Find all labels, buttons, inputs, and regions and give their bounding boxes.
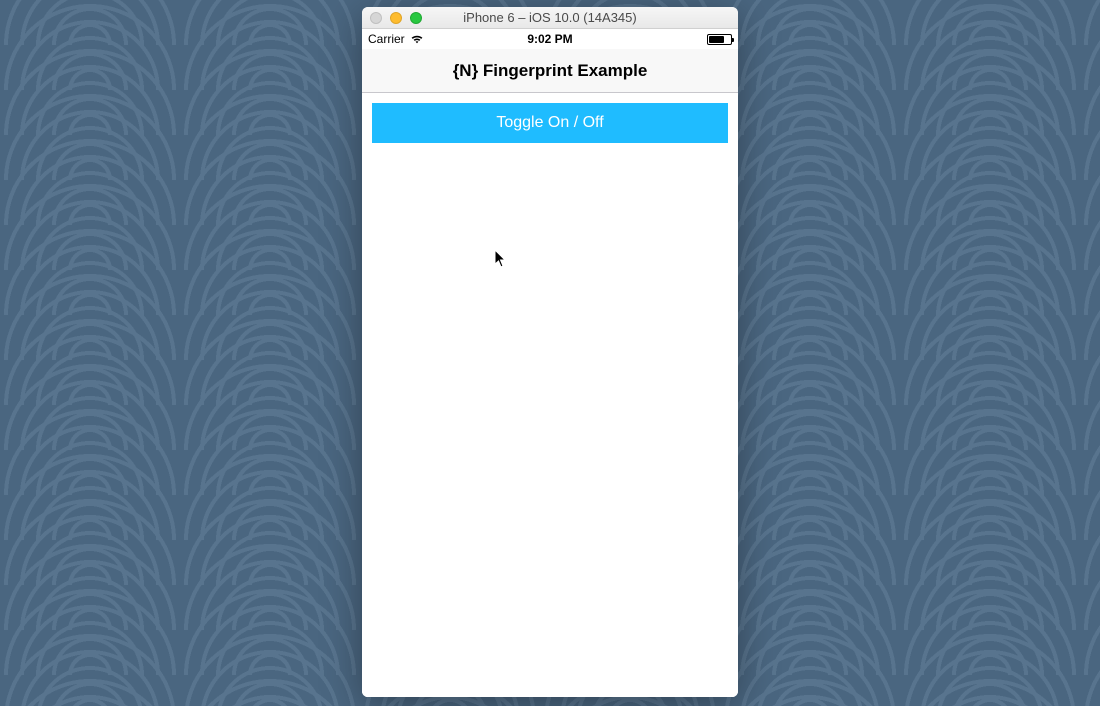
page-title: {N} Fingerprint Example	[453, 61, 648, 81]
toggle-button[interactable]: Toggle On / Off	[372, 103, 728, 143]
status-bar-left: Carrier	[368, 32, 424, 46]
battery-icon	[707, 34, 732, 45]
traffic-lights	[362, 12, 422, 24]
device-screen: Carrier 9:02 PM {N} Fingerprint Example	[362, 29, 738, 697]
navigation-bar: {N} Fingerprint Example	[362, 49, 738, 93]
status-bar-right	[707, 34, 732, 45]
wifi-icon	[410, 34, 424, 44]
carrier-label: Carrier	[368, 32, 405, 46]
window-close-button[interactable]	[370, 12, 382, 24]
window-titlebar[interactable]: iPhone 6 – iOS 10.0 (14A345)	[362, 7, 738, 29]
window-zoom-button[interactable]	[410, 12, 422, 24]
simulator-window: iPhone 6 – iOS 10.0 (14A345) Carrier 9:0…	[362, 7, 738, 697]
battery-fill	[709, 36, 724, 43]
content-area: Toggle On / Off	[362, 93, 738, 697]
window-minimize-button[interactable]	[390, 12, 402, 24]
ios-status-bar: Carrier 9:02 PM	[362, 29, 738, 49]
